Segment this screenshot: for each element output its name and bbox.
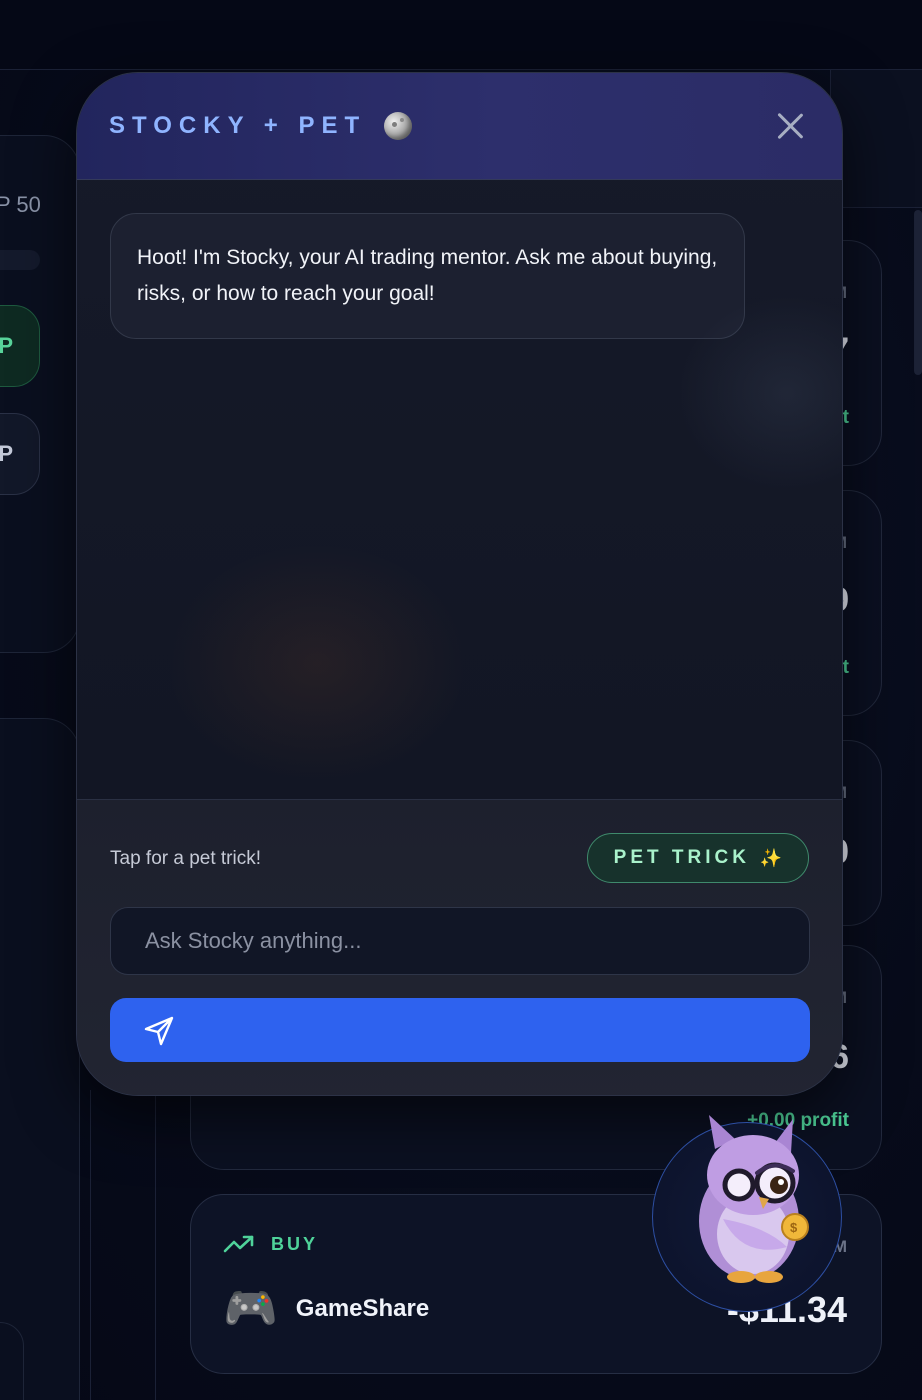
app-screen: P 50 P P M 7 t M 9 t M 0 M 6 +0.00 profi…: [0, 0, 922, 1400]
divider: [90, 1090, 91, 1400]
scrollbar[interactable]: [914, 210, 922, 375]
trade-asset-name: GameShare: [295, 1295, 430, 1322]
left-panel-lower: [0, 718, 80, 1400]
trending-up-icon: [223, 1235, 254, 1253]
trade-side-label: BUY: [271, 1233, 319, 1254]
send-icon: [144, 1016, 174, 1046]
svg-text:$: $: [790, 1220, 798, 1235]
trade-side: BUY: [223, 1233, 318, 1255]
trade-asset: 🎮 GameShare: [223, 1287, 429, 1331]
chat-header: STOCKY + PET: [77, 73, 842, 180]
chat-composer: Tap for a pet trick! PET TRICK ✨: [77, 799, 842, 1095]
chat-title: STOCKY + PET: [109, 112, 367, 139]
left-panel-label: P 50: [0, 192, 41, 217]
left-pill-active[interactable]: P: [0, 305, 40, 387]
header-panel: [830, 70, 922, 208]
pet-trick-button[interactable]: PET TRICK ✨: [587, 833, 809, 883]
game-controller-icon: 🎮: [223, 1284, 278, 1333]
moon-icon: [384, 112, 413, 140]
trade-card-profit: t: [842, 657, 849, 678]
left-pill[interactable]: P: [0, 413, 40, 495]
left-panel-bottom: [0, 1322, 24, 1400]
left-panel-bar: [0, 250, 40, 270]
trick-hint: Tap for a pet trick!: [110, 848, 262, 869]
pet-trick-label: PET TRICK: [613, 847, 750, 868]
chat-input[interactable]: [110, 907, 810, 975]
chat-modal: STOCKY + PET Hoot! I'm Stocky, your AI t…: [76, 72, 843, 1096]
sparkles-icon: ✨: [759, 847, 783, 868]
trade-card-profit: t: [842, 407, 849, 428]
send-button[interactable]: [110, 998, 810, 1062]
divider: [155, 1090, 156, 1400]
chat-message: Hoot! I'm Stocky, your AI trading mentor…: [110, 213, 745, 339]
pet-avatar-button[interactable]: $: [652, 1115, 842, 1312]
message-list[interactable]: Hoot! I'm Stocky, your AI trading mentor…: [77, 180, 842, 800]
owl-icon: $: [699, 1115, 809, 1283]
top-bar: [0, 0, 922, 70]
close-button[interactable]: [774, 109, 806, 141]
